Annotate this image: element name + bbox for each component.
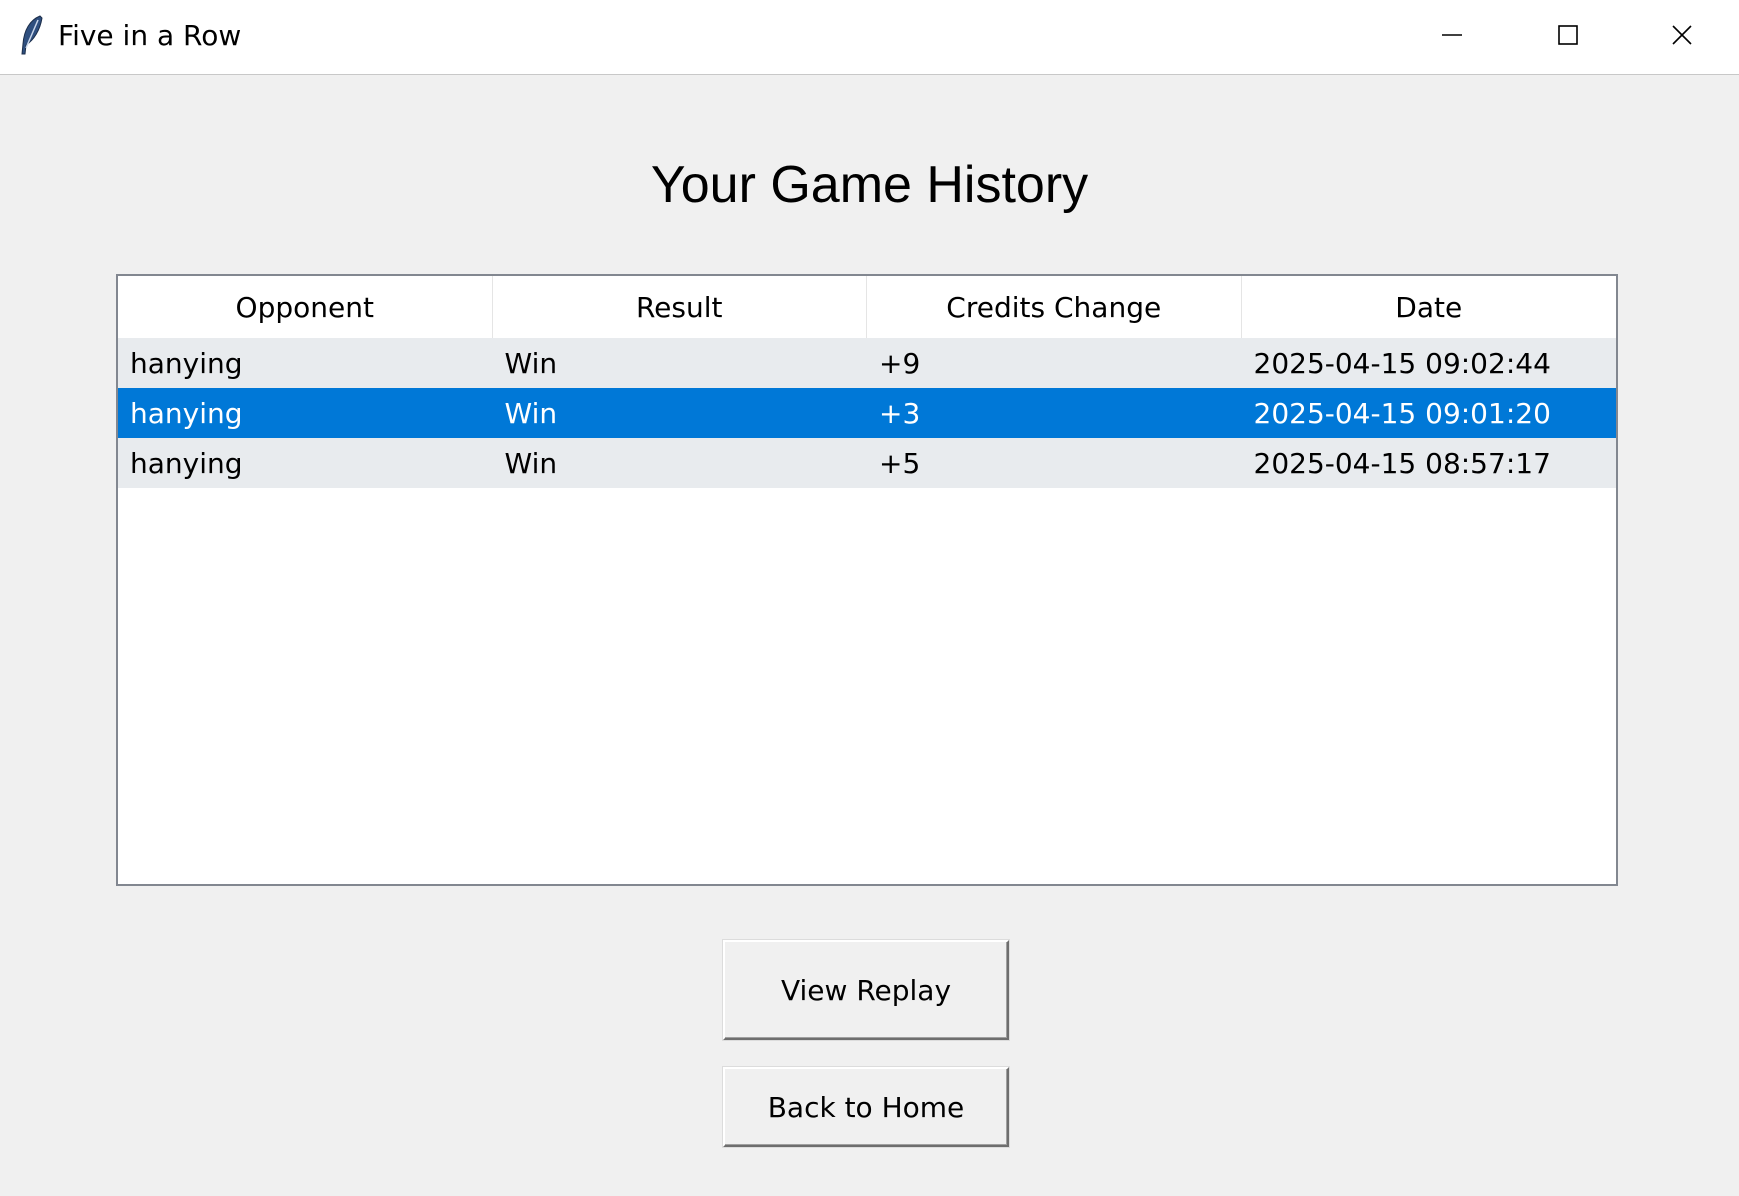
table-header: Opponent Result Credits Change Date (118, 276, 1616, 338)
cell-credits-change: +5 (879, 446, 921, 480)
table-row[interactable]: hanying Win +9 2025-04-15 09:02:44 (118, 338, 1616, 388)
game-history-table[interactable]: Opponent Result Credits Change Date hany… (116, 274, 1618, 886)
column-header-result[interactable]: Result (493, 276, 867, 338)
column-header-credits-change[interactable]: Credits Change (867, 276, 1242, 338)
cell-credits-change: +3 (879, 396, 921, 430)
back-to-home-button[interactable]: Back to Home (723, 1067, 1009, 1147)
table-row[interactable]: hanying Win +5 2025-04-15 08:57:17 (118, 438, 1616, 488)
table-body: hanying Win +9 2025-04-15 09:02:44 hanyi… (118, 338, 1616, 488)
cell-credits-change: +9 (879, 346, 921, 380)
cell-result: Win (504, 396, 558, 430)
minimize-button[interactable] (1394, 0, 1510, 74)
column-header-opponent[interactable]: Opponent (118, 276, 493, 338)
cell-date: 2025-04-15 09:01:20 (1253, 396, 1551, 430)
feather-icon (18, 14, 46, 56)
table-row[interactable]: hanying Win +3 2025-04-15 09:01:20 (118, 388, 1616, 438)
page-title: Your Game History (650, 156, 1089, 214)
title-bar[interactable]: Five in a Row (0, 0, 1739, 75)
close-button[interactable] (1624, 0, 1739, 74)
column-header-date[interactable]: Date (1242, 276, 1617, 338)
window-title: Five in a Row (58, 19, 242, 52)
cell-opponent: hanying (130, 446, 243, 480)
view-replay-button[interactable]: View Replay (723, 940, 1009, 1040)
app-window: Five in a Row Your Game History Opponent… (0, 0, 1739, 1196)
maximize-icon (1557, 24, 1579, 50)
cell-date: 2025-04-15 08:57:17 (1253, 446, 1551, 480)
cell-result: Win (504, 446, 558, 480)
close-icon (1671, 24, 1693, 50)
cell-opponent: hanying (130, 396, 243, 430)
cell-opponent: hanying (130, 346, 243, 380)
cell-date: 2025-04-15 09:02:44 (1253, 346, 1551, 380)
maximize-button[interactable] (1510, 0, 1626, 74)
cell-result: Win (504, 346, 558, 380)
minimize-icon (1441, 24, 1463, 50)
